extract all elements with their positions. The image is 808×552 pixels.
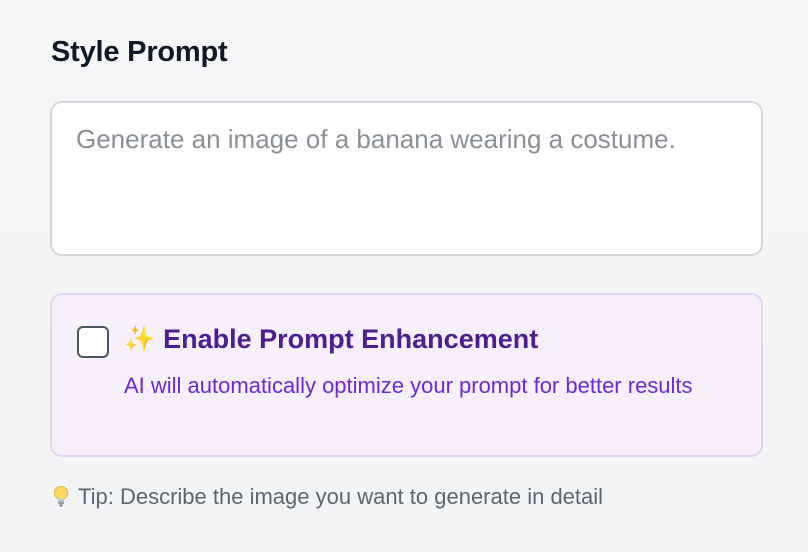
- enhancement-label-text: Enable Prompt Enhancement: [163, 324, 539, 354]
- tip-label: Tip: Describe the image you want to gene…: [78, 484, 604, 509]
- sparkles-icon: ✨: [124, 325, 156, 353]
- enhancement-checkbox[interactable]: [77, 326, 109, 358]
- enhancement-description: AI will automatically optimize your prom…: [124, 373, 693, 398]
- style-prompt-textarea[interactable]: [50, 101, 763, 256]
- style-prompt-panel: Style Prompt ✨ Enable Prompt Enhancement…: [50, 0, 763, 552]
- lightbulb-icon: [52, 485, 70, 509]
- prompt-enhancement-box: ✨ Enable Prompt Enhancement AI will auto…: [50, 293, 763, 457]
- section-title: Style Prompt: [51, 36, 228, 68]
- tip-text: Tip: Describe the image you want to gene…: [52, 484, 603, 510]
- enhancement-label[interactable]: ✨ Enable Prompt Enhancement: [124, 324, 538, 355]
